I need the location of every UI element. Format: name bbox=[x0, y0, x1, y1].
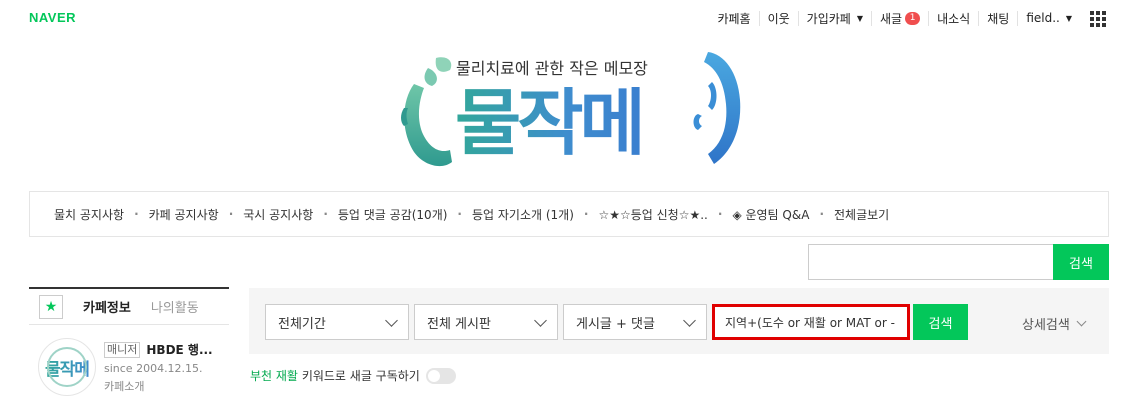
caret-down-icon: ▼ bbox=[856, 13, 863, 23]
cafe-avatar[interactable]: 물작메 bbox=[38, 338, 96, 396]
grid-icon[interactable] bbox=[1088, 9, 1106, 27]
cafe-title-logo: 물작메 bbox=[455, 78, 646, 168]
gnb-user-menu[interactable]: field.. ▼ bbox=[1017, 10, 1080, 26]
user-id-label: field.. bbox=[1026, 11, 1060, 25]
manager-badge: 매니저 bbox=[104, 341, 141, 358]
avatar-ring bbox=[47, 347, 87, 387]
gnb-label: 가입카페 bbox=[806, 11, 851, 26]
chevron-down-icon bbox=[534, 314, 547, 327]
cafe-search-input[interactable] bbox=[808, 244, 1053, 280]
gnb-cafe-home[interactable]: 카페홈 bbox=[709, 11, 758, 26]
gnb-label: 새글 bbox=[880, 11, 903, 26]
keyword-input[interactable]: 지역+(도수 or 재활 or MAT or - bbox=[712, 304, 910, 340]
cafe-intro-link[interactable]: 카페소개 bbox=[104, 378, 144, 394]
cafe-slogan: 물리치료에 관한 작은 메모장 bbox=[456, 59, 648, 78]
naver-logo[interactable]: NAVER bbox=[29, 10, 76, 25]
global-nav: 카페홈 이웃 가입카페 ▼ 새글 1 내소식 채팅 field.. ▼ bbox=[709, 9, 1106, 27]
scope-value: 게시글 + 댓글 bbox=[576, 316, 655, 332]
gnb-label: 채팅 bbox=[987, 11, 1010, 26]
subscribe-label: 키워드로 새글 구독하기 bbox=[301, 369, 420, 383]
left-hand-icon bbox=[401, 57, 452, 167]
tab-my-activity[interactable]: 나의활동 bbox=[151, 297, 199, 316]
new-post-count-badge: 1 bbox=[905, 11, 921, 25]
board-value: 전체 게시판 bbox=[427, 316, 491, 332]
cafe-search-box: 검색 bbox=[808, 244, 1109, 280]
menu-item-levelup-request[interactable]: ☆★☆등업 신청☆★.. bbox=[574, 206, 707, 223]
cafe-search-button[interactable]: 검색 bbox=[1053, 244, 1109, 280]
tab-cafe-info[interactable]: 카페정보 bbox=[83, 297, 131, 316]
menu-item-all-posts[interactable]: 전체글보기 bbox=[809, 206, 889, 223]
detail-search-toggle[interactable]: 상세검색 bbox=[1022, 314, 1087, 333]
chevron-down-icon bbox=[1076, 316, 1087, 327]
subscribe-keywords: 부천 재활 bbox=[250, 369, 298, 383]
post-search-panel: 전체기간 전체 게시판 게시글 + 댓글 지역+(도수 or 재활 or MAT… bbox=[249, 288, 1109, 354]
menu-item-pt-notice[interactable]: 물치 공지사항 bbox=[54, 206, 124, 223]
chevron-down-icon bbox=[385, 314, 398, 327]
menu-item-cafe-notice[interactable]: 카페 공지사항 bbox=[124, 206, 219, 223]
right-hand-icon bbox=[693, 52, 741, 164]
post-search-button[interactable]: 검색 bbox=[913, 304, 968, 340]
detail-search-label: 상세검색 bbox=[1022, 318, 1070, 333]
menu-item-levelup-intro[interactable]: 등업 자기소개 (1개) bbox=[447, 206, 574, 223]
menu-item-exam-notice[interactable]: 국시 공지사항 bbox=[219, 206, 313, 223]
caret-down-icon: ▼ bbox=[1065, 13, 1072, 23]
keyword-subscribe-row: 부천 재활 키워드로 새글 구독하기 bbox=[250, 367, 456, 384]
menu-item-levelup-comments[interactable]: 등업 댓글 공감(10개) bbox=[313, 206, 448, 223]
cafe-banner[interactable]: 물리치료에 관한 작은 메모장 물작메 bbox=[398, 40, 748, 180]
chevron-down-icon bbox=[683, 314, 696, 327]
period-value: 전체기간 bbox=[278, 316, 326, 332]
scope-select[interactable]: 게시글 + 댓글 bbox=[563, 304, 707, 340]
board-select[interactable]: 전체 게시판 bbox=[414, 304, 558, 340]
period-select[interactable]: 전체기간 bbox=[265, 304, 409, 340]
gnb-label: 이웃 bbox=[767, 11, 790, 26]
cafe-since-date: since 2004.12.15. bbox=[104, 362, 203, 375]
gnb-neighbors[interactable]: 이웃 bbox=[758, 10, 798, 26]
subscribe-toggle[interactable] bbox=[425, 367, 456, 384]
sidebar-tabs: ★ 카페정보 나의활동 bbox=[29, 287, 229, 325]
menu-item-staff-qna[interactable]: ◈ 운영팀 Q&A bbox=[708, 206, 809, 223]
gnb-new-posts[interactable]: 새글 1 bbox=[871, 10, 928, 26]
gnb-label: 카페홈 bbox=[717, 11, 751, 26]
manager-row: 매니저 HBDE 행... bbox=[104, 341, 213, 358]
favorite-menu-bar: 물치 공지사항 카페 공지사항 국시 공지사항 등업 댓글 공감(10개) 등업… bbox=[29, 191, 1109, 237]
gnb-label: 내소식 bbox=[937, 11, 971, 26]
star-icon[interactable]: ★ bbox=[39, 294, 63, 319]
gnb-chat[interactable]: 채팅 bbox=[978, 10, 1017, 26]
cafe-info-panel: 물작메 매니저 HBDE 행... since 2004.12.15. 카페소개 bbox=[38, 338, 238, 398]
manager-name[interactable]: HBDE 행... bbox=[146, 341, 212, 358]
gnb-my-news[interactable]: 내소식 bbox=[928, 10, 978, 26]
gnb-joined-cafes[interactable]: 가입카페 ▼ bbox=[797, 10, 871, 26]
